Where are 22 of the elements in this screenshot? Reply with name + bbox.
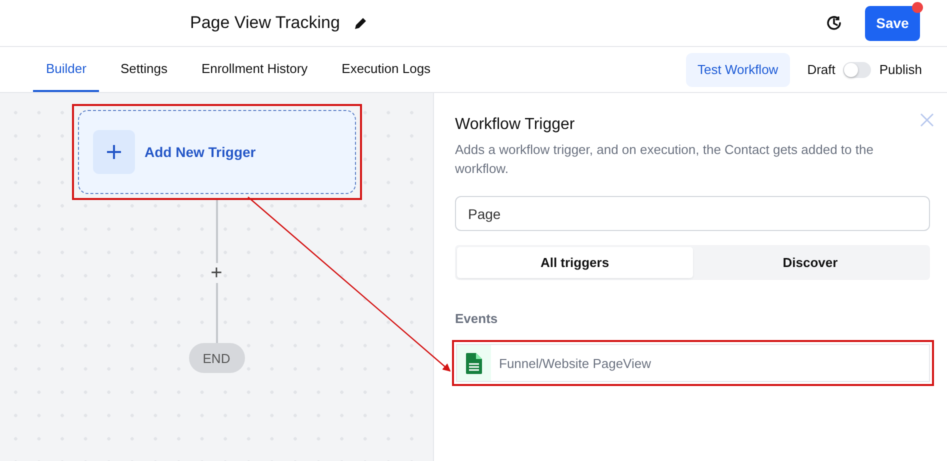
filter-tab[interactable]: Discover [692,247,928,278]
section-heading: Events [455,311,499,326]
add-trigger-node[interactable]: Add New Trigger [78,110,356,194]
panel-title: Workflow Trigger [455,116,576,134]
toggle-label: Publish [879,62,922,77]
workflow-title: Page View Tracking [190,13,340,33]
pencil-icon[interactable] [354,16,368,30]
history-icon[interactable] [825,14,843,32]
filter-tab[interactable]: All triggers [457,247,692,278]
nav-tab[interactable]: Enrollment History [188,47,321,92]
test-workflow-button[interactable]: Test Workflow [686,52,790,86]
nav-tab[interactable]: Execution Logs [328,47,444,92]
add-step-button[interactable]: + [210,263,222,283]
plus-icon [106,144,122,160]
nav-tab[interactable]: Settings [107,47,180,92]
publish-toggle[interactable] [843,62,872,78]
panel-description: Adds a workflow trigger, and on execution, the Contact gets added to the workflow. [455,141,874,178]
document-icon [466,352,482,374]
end-node: END [188,343,244,373]
toggle-label: Draft [807,62,836,77]
search-field[interactable]: Page [455,196,930,231]
event-item[interactable]: Funnel/Website PageView [456,344,930,382]
